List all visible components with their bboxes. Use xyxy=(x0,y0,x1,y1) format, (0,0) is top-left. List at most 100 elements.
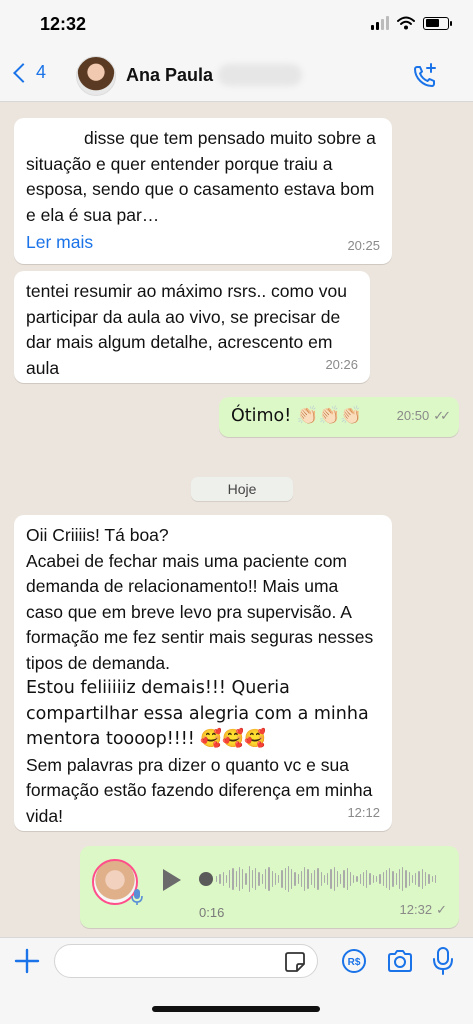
waveform-bar xyxy=(274,873,277,885)
message-meta: 12:32 ✓ xyxy=(400,897,447,923)
read-ticks-icon: ✓✓ xyxy=(433,407,451,423)
back-button[interactable]: 4 xyxy=(12,62,46,83)
waveform-bar xyxy=(434,875,437,883)
playback-scrubber[interactable] xyxy=(199,872,213,886)
waveform-bar xyxy=(320,872,322,886)
waveform-bar xyxy=(372,875,375,883)
message-text: disse que tem pensado muito sobre a situ… xyxy=(26,128,376,225)
waveform-bar xyxy=(369,873,371,885)
home-indicator xyxy=(152,1006,320,1012)
waveform-bar xyxy=(242,869,244,889)
waveform-bar xyxy=(287,866,290,892)
waveform-bar xyxy=(225,875,228,883)
waveform-bar xyxy=(359,874,361,884)
waveform-bar xyxy=(248,866,250,892)
waveform-bar xyxy=(330,869,332,889)
message-line: Acabei de fechar mais uma paciente com d… xyxy=(26,550,374,673)
waveform-bar xyxy=(232,868,234,890)
message-line: Oii Criiiis! Tá boa? xyxy=(26,525,169,545)
play-icon[interactable] xyxy=(163,869,181,891)
contact-avatar[interactable] xyxy=(76,56,116,96)
waveform-bar xyxy=(392,871,394,887)
status-icons xyxy=(371,16,452,30)
status-bar: 12:32 xyxy=(0,0,473,50)
waveform-bar xyxy=(278,875,280,883)
message-incoming[interactable]: disse que tem pensado muito sobre a situ… xyxy=(14,118,392,264)
message-outgoing[interactable]: Ótimo! 👏🏻👏🏻👏🏻 20:50 ✓✓ xyxy=(219,397,459,437)
waveform-bar xyxy=(333,867,335,891)
message-line: Sem palavras pra dizer o quanto vc e sua… xyxy=(26,754,373,826)
date-separator: Hoje xyxy=(191,477,293,501)
waveform-bar xyxy=(340,874,342,884)
sticker-icon[interactable] xyxy=(284,951,306,973)
waveform-bar xyxy=(431,876,433,882)
voice-duration: 0:16 xyxy=(199,905,225,920)
waveform-bar xyxy=(428,874,430,884)
waveform-bar xyxy=(362,872,365,886)
message-meta: 12:12 xyxy=(347,800,380,826)
message-line: Estou feliiiiiz demais!!! Queria compart… xyxy=(26,678,369,749)
microphone-icon[interactable] xyxy=(432,946,454,976)
microphone-icon xyxy=(131,889,143,905)
message-meta: 20:25 xyxy=(347,233,380,259)
waveform-bar xyxy=(421,869,423,889)
waveform-bar xyxy=(284,868,286,890)
waveform-bar xyxy=(291,869,293,889)
message-time: 12:32 xyxy=(399,901,433,917)
message-incoming[interactable]: Oii Criiiis! Tá boa? Acabei de fechar ma… xyxy=(14,515,392,831)
chevron-left-icon xyxy=(13,62,33,83)
message-input[interactable] xyxy=(54,944,318,978)
waveform-bar xyxy=(343,870,345,888)
waveform-bar xyxy=(385,870,388,888)
waveform-bar xyxy=(317,868,319,890)
message-incoming[interactable]: tentei resumir ao máximo rsrs.. como vou… xyxy=(14,271,370,383)
waveform-bar xyxy=(415,873,417,885)
waveform-bar xyxy=(389,868,391,890)
waveform-bar xyxy=(411,875,414,883)
message-time: 12:12 xyxy=(347,804,380,820)
waveform-bar xyxy=(366,870,368,888)
waveform-bar xyxy=(222,872,224,886)
waveform-bar xyxy=(425,872,427,886)
waveform-bar xyxy=(271,871,273,887)
payment-icon[interactable]: R$ xyxy=(341,948,367,974)
waveform-bar xyxy=(261,874,263,884)
sent-tick-icon: ✓ xyxy=(436,901,447,917)
waveform-bar xyxy=(310,873,312,885)
waveform-bar xyxy=(418,871,420,887)
waveform-bar xyxy=(313,870,316,888)
voice-waveform[interactable] xyxy=(216,862,437,896)
waveform-bar xyxy=(379,874,381,884)
plus-icon[interactable] xyxy=(14,948,40,974)
waveform-bar xyxy=(297,874,299,884)
camera-icon[interactable] xyxy=(386,948,414,974)
signal-icon xyxy=(371,16,389,30)
chat-header: 4 Ana Paula xyxy=(0,50,473,102)
svg-text:R$: R$ xyxy=(348,957,361,968)
waveform-bar xyxy=(304,867,306,891)
battery-icon xyxy=(423,16,452,30)
waveform-bar xyxy=(294,872,296,886)
waveform-bar xyxy=(281,870,283,888)
waveform-bar xyxy=(356,876,358,882)
wifi-icon xyxy=(397,16,415,30)
waveform-bar xyxy=(255,868,257,890)
add-call-icon[interactable] xyxy=(411,62,439,90)
waveform-bar xyxy=(408,872,410,886)
redacted-name-blur xyxy=(218,64,302,86)
waveform-bar xyxy=(402,867,404,891)
waveform-bar xyxy=(323,875,326,883)
waveform-bar xyxy=(300,871,303,887)
unread-count: 4 xyxy=(36,62,47,82)
read-more-link[interactable]: Ler mais xyxy=(26,230,380,256)
waveform-bar xyxy=(398,869,401,889)
waveform-bar xyxy=(258,872,260,886)
waveform-bar xyxy=(395,873,397,885)
contact-name[interactable]: Ana Paula xyxy=(126,65,213,86)
waveform-bar xyxy=(353,875,355,883)
waveform-bar xyxy=(405,870,407,888)
message-time: 20:25 xyxy=(347,237,380,253)
waveform-bar xyxy=(235,871,237,887)
waveform-bar xyxy=(216,876,218,882)
waveform-bar xyxy=(251,870,254,888)
